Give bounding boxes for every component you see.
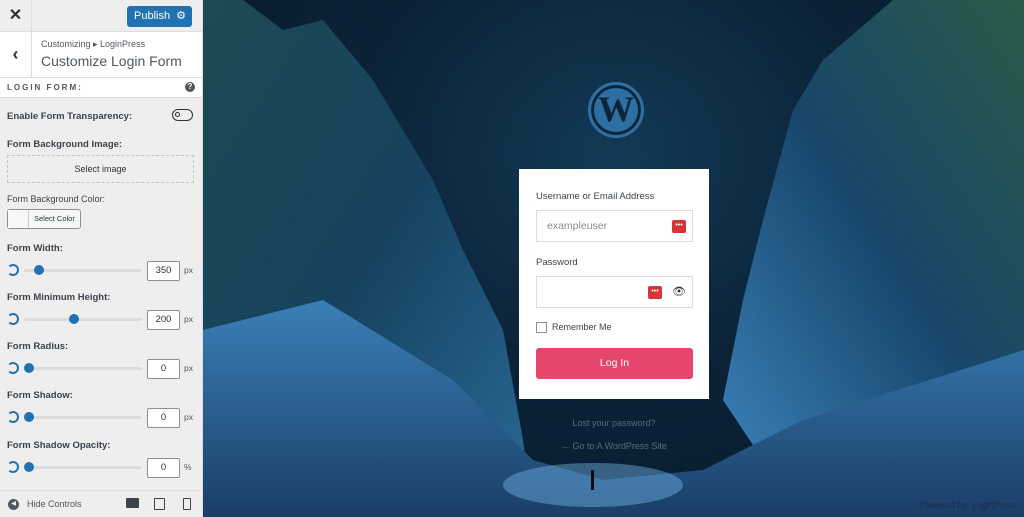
- slider-track[interactable]: [24, 265, 142, 275]
- desktop-preview-icon[interactable]: [126, 498, 139, 508]
- transparency-label: Enable Form Transparency:: [7, 111, 133, 122]
- transparency-toggle[interactable]: [172, 109, 193, 121]
- username-label: Username or Email Address: [536, 191, 655, 202]
- hide-controls-icon[interactable]: ◀: [8, 499, 19, 510]
- slider-unit: px: [184, 265, 193, 275]
- hide-controls-button[interactable]: Hide Controls: [27, 499, 82, 509]
- go-to-site-link[interactable]: ← Go to A WordPress Site: [519, 441, 709, 451]
- slider-value-input[interactable]: 350: [147, 261, 180, 281]
- reset-icon[interactable]: [7, 362, 19, 374]
- slider-track[interactable]: [24, 363, 142, 373]
- slider-track[interactable]: [24, 314, 142, 324]
- login-form: Username or Email Address exampleuser •••…: [519, 169, 709, 399]
- slider-row: 0 px: [7, 359, 197, 379]
- slider-unit: px: [184, 363, 193, 373]
- breadcrumb: Customizing ▸ LoginPress: [41, 39, 146, 49]
- slider-unit: px: [184, 314, 193, 324]
- footer-bar: ◀ Hide Controls: [0, 490, 203, 517]
- bg-image-label: Form Background Image:: [7, 139, 123, 150]
- section-header: LOGIN FORM:?: [0, 78, 202, 98]
- color-swatch: [8, 210, 29, 228]
- slider-handle[interactable]: [24, 412, 34, 422]
- username-input[interactable]: exampleuser •••: [536, 210, 693, 242]
- password-label: Password: [536, 257, 578, 268]
- remember-me-checkbox[interactable]: [536, 322, 547, 333]
- slider-unit: %: [184, 462, 192, 472]
- password-input[interactable]: ••• 👁: [536, 276, 693, 308]
- slider-label: Form Width:: [7, 243, 63, 254]
- slider-handle[interactable]: [34, 265, 45, 275]
- panel-header: ‹ Customizing ▸ LoginPress Customize Log…: [0, 32, 202, 78]
- slider-handle[interactable]: [24, 363, 34, 373]
- powered-by[interactable]: Powered by: LoginPress: [919, 500, 1017, 510]
- slider-label: Form Radius:: [7, 341, 69, 352]
- password-manager-icon[interactable]: •••: [672, 220, 686, 233]
- slider-value-input[interactable]: 0: [147, 408, 180, 428]
- slider-track[interactable]: [24, 462, 142, 472]
- login-preview: W Username or Email Address exampleuser •…: [203, 0, 1024, 517]
- close-icon[interactable]: ✕: [0, 0, 32, 32]
- slider-unit: px: [184, 412, 193, 422]
- customizer-sidebar: ✕ Publish ⚙ ‹ Customizing ▸ LoginPress Cu…: [0, 0, 203, 517]
- password-manager-icon[interactable]: •••: [648, 286, 662, 299]
- section-title: LOGIN FORM:: [7, 83, 83, 92]
- login-button[interactable]: Log In: [536, 348, 693, 379]
- tablet-preview-icon[interactable]: [154, 498, 165, 510]
- slider-row: 0%: [7, 458, 197, 478]
- page-title: Customize Login Form: [41, 53, 182, 69]
- wordpress-logo[interactable]: W: [588, 82, 644, 138]
- slider-value-input[interactable]: 0: [147, 458, 180, 478]
- slider-row: 200 px: [7, 310, 197, 330]
- slider-row: 0 px: [7, 408, 197, 428]
- help-icon[interactable]: ?: [185, 82, 195, 92]
- slider-label: Form Shadow:: [7, 390, 73, 401]
- back-chevron-icon[interactable]: ‹: [0, 32, 32, 78]
- select-color-label: Select Color: [34, 214, 75, 223]
- slider-row: 350 px: [7, 261, 197, 281]
- top-bar: ✕ Publish ⚙: [0, 0, 202, 32]
- bg-color-label: Form Background Color:: [7, 194, 106, 204]
- slider-label: Form Shadow Opacity:: [7, 440, 111, 451]
- slider-label: Form Minimum Height:: [7, 292, 111, 303]
- reset-icon[interactable]: [7, 264, 19, 276]
- slider-value-input[interactable]: 200: [147, 310, 180, 330]
- select-image-button[interactable]: Select image: [7, 155, 194, 183]
- reset-icon[interactable]: [7, 411, 19, 423]
- gear-icon[interactable]: ⚙: [176, 6, 186, 27]
- remember-me-label: Remember Me: [552, 322, 612, 332]
- slider-value-input[interactable]: 0: [147, 359, 180, 379]
- mobile-preview-icon[interactable]: [183, 498, 191, 510]
- slider-handle[interactable]: [69, 314, 80, 324]
- reset-icon[interactable]: [7, 461, 19, 473]
- lost-password-link[interactable]: Lost your password?: [519, 418, 709, 428]
- reset-icon[interactable]: [7, 313, 19, 325]
- slider-track[interactable]: [24, 412, 142, 422]
- slider-handle[interactable]: [24, 462, 34, 472]
- publish-button[interactable]: Publish ⚙: [127, 6, 192, 27]
- publish-label: Publish: [134, 10, 171, 22]
- eye-icon[interactable]: 👁: [672, 285, 686, 298]
- username-value: exampleuser: [547, 220, 608, 232]
- select-color-button[interactable]: Select Color: [7, 209, 81, 229]
